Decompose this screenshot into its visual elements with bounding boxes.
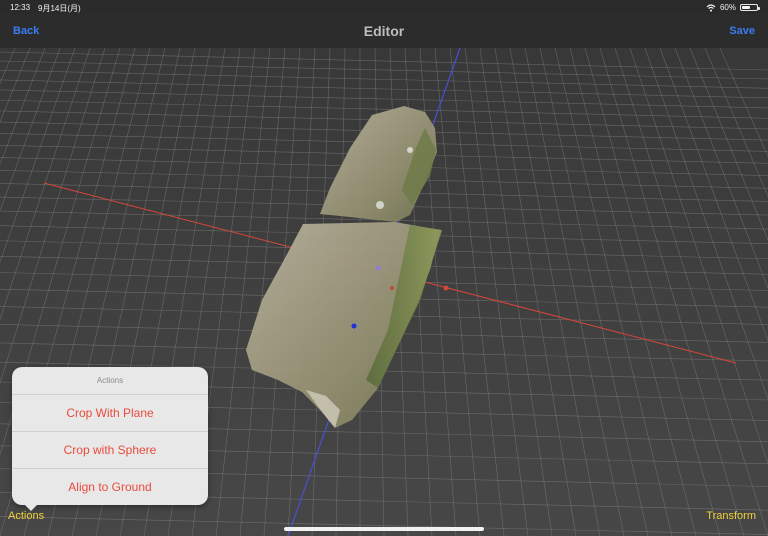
grid-line xyxy=(479,48,553,536)
status-bar: 12:33 9月14日(月) 60% xyxy=(0,0,768,14)
pivot-marker[interactable] xyxy=(351,323,357,329)
grid-line xyxy=(0,70,768,89)
battery-icon xyxy=(740,4,760,11)
grid-line xyxy=(569,48,697,536)
grid-line xyxy=(215,48,271,536)
grid-line xyxy=(644,48,768,400)
crop-with-plane-button[interactable]: Crop With Plane xyxy=(12,394,208,431)
status-time: 12:33 xyxy=(10,3,31,12)
status-date: 9月14日(月) xyxy=(38,4,81,13)
grid-line xyxy=(464,48,529,536)
status-right: 60% xyxy=(706,3,760,12)
popover-title: Actions xyxy=(96,376,124,385)
crop-with-sphere-button[interactable]: Crop with Sphere xyxy=(12,431,208,468)
home-indicator xyxy=(284,527,484,531)
grid-line xyxy=(584,48,721,536)
origin-marker xyxy=(443,285,449,291)
wifi-icon xyxy=(706,3,716,12)
actions-popover: Actions Crop With Plane Crop with Sphere… xyxy=(12,367,208,505)
grid-line xyxy=(629,48,768,465)
grid-line xyxy=(0,51,768,71)
grid-line xyxy=(494,48,577,536)
align-to-ground-button[interactable]: Align to Ground xyxy=(12,468,208,505)
grid-line xyxy=(0,79,768,99)
grid-line xyxy=(614,48,768,536)
actions-button[interactable]: Actions xyxy=(8,510,44,522)
grid-line xyxy=(539,48,649,536)
battery-percent: 60% xyxy=(719,3,736,12)
grid-line xyxy=(509,48,601,536)
battery-cap xyxy=(758,7,760,10)
transform-button[interactable]: Transform xyxy=(706,510,756,522)
grid-line xyxy=(0,89,768,109)
page-title: Editor xyxy=(363,23,405,39)
grid-line xyxy=(449,48,505,536)
nav-bar: Back Editor Save xyxy=(0,14,768,48)
battery-level xyxy=(742,6,750,9)
save-button[interactable]: Save xyxy=(729,25,755,37)
grid-line xyxy=(524,48,625,536)
editor-screen: 12:33 9月14日(月) 60% Back Editor Save Acti… xyxy=(0,0,768,536)
